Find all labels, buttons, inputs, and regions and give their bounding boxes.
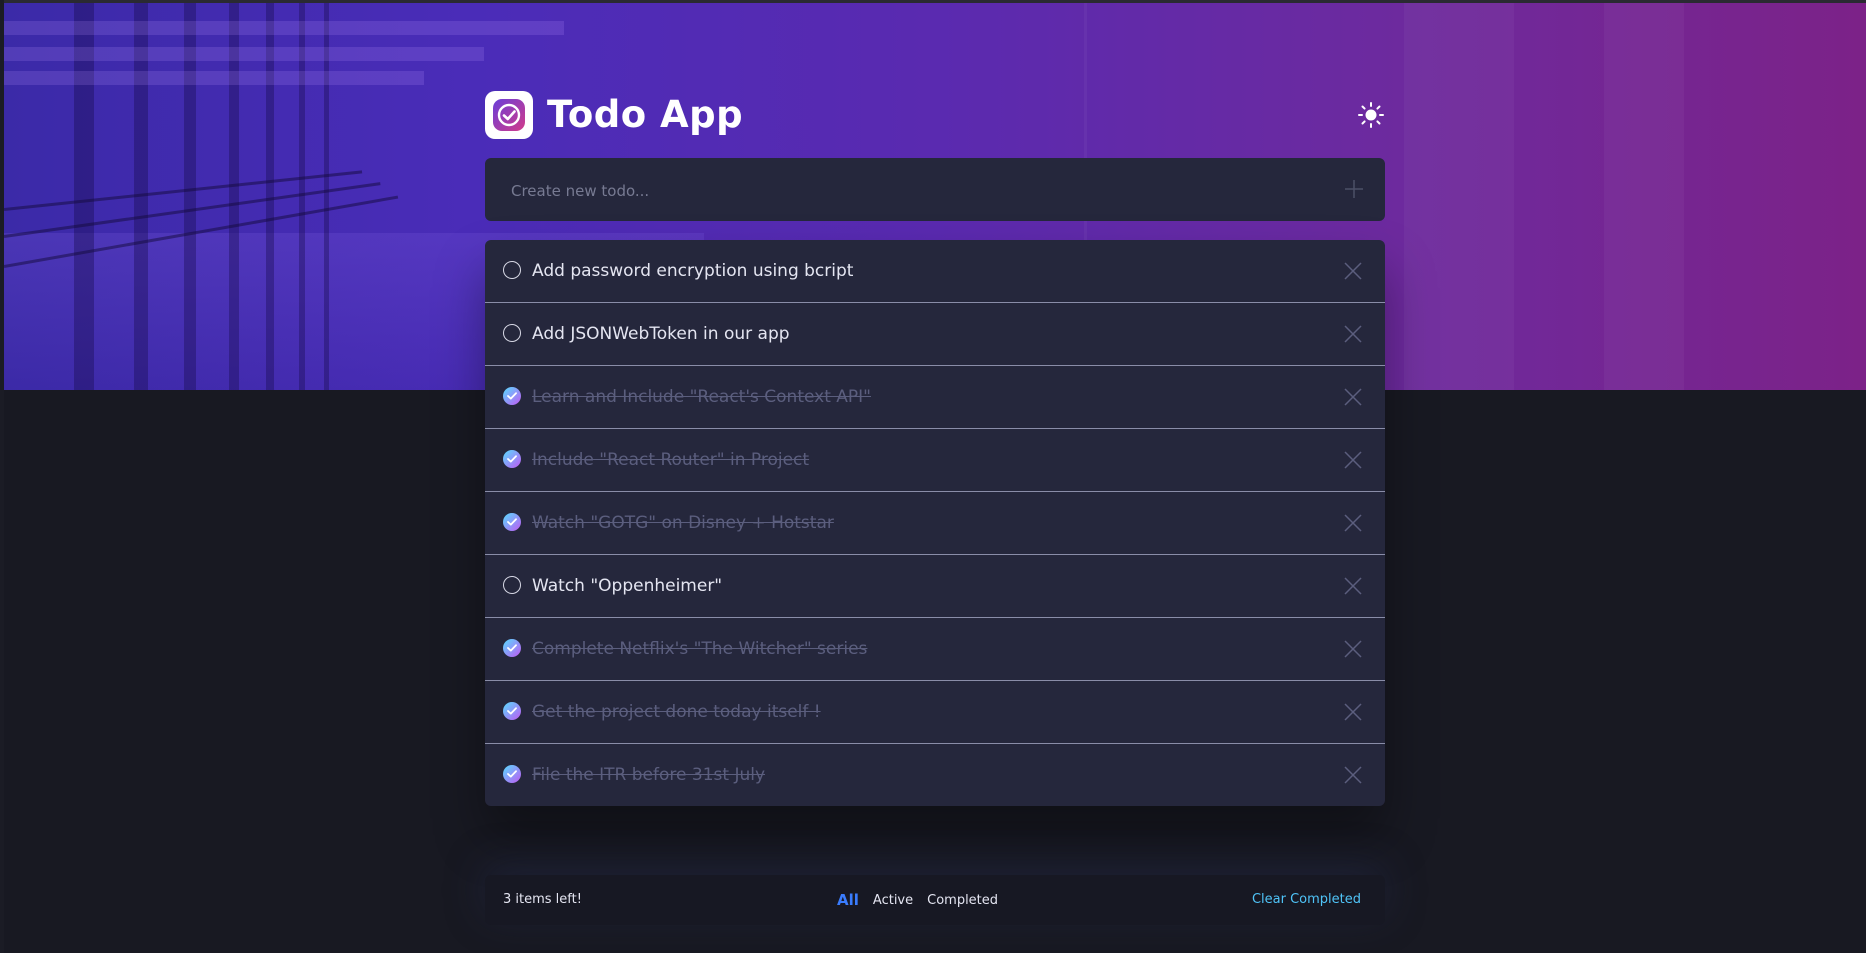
todo-checkbox[interactable]	[503, 576, 521, 594]
close-icon	[1344, 640, 1362, 658]
todo-text: Watch "GOTG" on Disney + Hotstar	[532, 513, 834, 533]
delete-todo-button[interactable]	[1343, 261, 1363, 281]
todo-checkbox[interactable]	[503, 765, 521, 783]
todo-checkbox[interactable]	[503, 450, 521, 468]
todo-item[interactable]: Complete Netflix's "The Witcher" series	[485, 618, 1385, 681]
delete-todo-button[interactable]	[1343, 576, 1363, 596]
delete-todo-button[interactable]	[1343, 702, 1363, 722]
hero-pillar	[229, 3, 239, 390]
delete-todo-button[interactable]	[1343, 324, 1363, 344]
todo-text: Add JSONWebToken in our app	[532, 324, 790, 344]
close-icon	[1344, 262, 1362, 280]
close-icon	[1344, 577, 1362, 595]
hero-panel	[1604, 3, 1684, 390]
checkmark-icon	[507, 518, 517, 526]
todo-item[interactable]: Include "React Router" in Project	[485, 429, 1385, 492]
close-icon	[1344, 703, 1362, 721]
checkmark-icon	[507, 455, 517, 463]
todo-text: File the ITR before 31st July	[532, 765, 766, 785]
delete-todo-button[interactable]	[1343, 387, 1363, 407]
close-icon	[1344, 766, 1362, 784]
todo-text: Complete Netflix's "The Witcher" series	[532, 639, 868, 659]
app-logo	[485, 91, 533, 139]
todo-checkbox[interactable]	[503, 702, 521, 720]
todo-item[interactable]: Learn and Include "React's Context API"	[485, 366, 1385, 429]
todo-footer: 3 items left! All Active Completed Clear…	[485, 875, 1385, 925]
clear-completed-button[interactable]: Clear Completed	[1252, 875, 1361, 925]
checkmark-icon	[507, 392, 517, 400]
todo-checkbox[interactable]	[503, 387, 521, 405]
todo-text: Get the project done today itself !	[532, 702, 821, 722]
hero-pillar	[324, 3, 329, 390]
filter-active[interactable]: Active	[873, 893, 913, 908]
todo-item[interactable]: Add JSONWebToken in our app	[485, 303, 1385, 366]
app-title: Todo App	[547, 93, 744, 136]
filter-all[interactable]: All	[837, 891, 859, 909]
plus-icon	[1345, 180, 1363, 198]
items-left-count: 3 items left!	[503, 892, 582, 907]
todo-text: Watch "Oppenheimer"	[532, 576, 723, 596]
new-todo-input[interactable]	[509, 158, 1313, 223]
theme-toggle-button[interactable]	[1357, 101, 1385, 129]
hero-pillar	[74, 3, 94, 390]
new-todo-form	[485, 158, 1385, 223]
delete-todo-button[interactable]	[1343, 513, 1363, 533]
todo-checkbox[interactable]	[503, 513, 521, 531]
close-icon	[1344, 388, 1362, 406]
close-icon	[1344, 514, 1362, 532]
window-left-edge	[0, 0, 4, 953]
hero-ceiling-beam	[4, 21, 564, 35]
delete-todo-button[interactable]	[1343, 765, 1363, 785]
todo-checkbox[interactable]	[503, 324, 521, 342]
checkmark-icon	[507, 770, 517, 778]
checkmark-icon	[507, 644, 517, 652]
todo-text: Learn and Include "React's Context API"	[532, 387, 871, 407]
todo-item[interactable]: File the ITR before 31st July	[485, 744, 1385, 806]
todo-checkbox[interactable]	[503, 261, 521, 279]
todo-text: Include "React Router" in Project	[532, 450, 810, 470]
delete-todo-button[interactable]	[1343, 450, 1363, 470]
hero-ceiling-beam	[4, 47, 484, 61]
hero-ceiling-beam	[4, 71, 424, 85]
todo-item[interactable]: Add password encryption using bcript	[485, 240, 1385, 303]
add-todo-button[interactable]	[1343, 178, 1365, 200]
todo-checkbox[interactable]	[503, 639, 521, 657]
filter-group: All Active Completed	[837, 875, 998, 925]
todo-item[interactable]: Watch "Oppenheimer"	[485, 555, 1385, 618]
todo-list: Add password encryption using bcript Add …	[485, 240, 1385, 806]
todo-item[interactable]: Get the project done today itself !	[485, 681, 1385, 744]
sun-icon	[1358, 102, 1384, 128]
filter-completed[interactable]: Completed	[927, 893, 998, 908]
checkmark-icon	[507, 707, 517, 715]
close-icon	[1344, 325, 1362, 343]
close-icon	[1344, 451, 1362, 469]
todo-text: Add password encryption using bcript	[532, 261, 854, 281]
app-header: Todo App	[485, 91, 1385, 141]
hero-pillar	[299, 3, 305, 390]
delete-todo-button[interactable]	[1343, 639, 1363, 659]
checkmark-logo-icon	[493, 99, 525, 131]
hero-panel	[1404, 3, 1514, 390]
hero-pillar	[184, 3, 196, 390]
todo-item[interactable]: Watch "GOTG" on Disney + Hotstar	[485, 492, 1385, 555]
